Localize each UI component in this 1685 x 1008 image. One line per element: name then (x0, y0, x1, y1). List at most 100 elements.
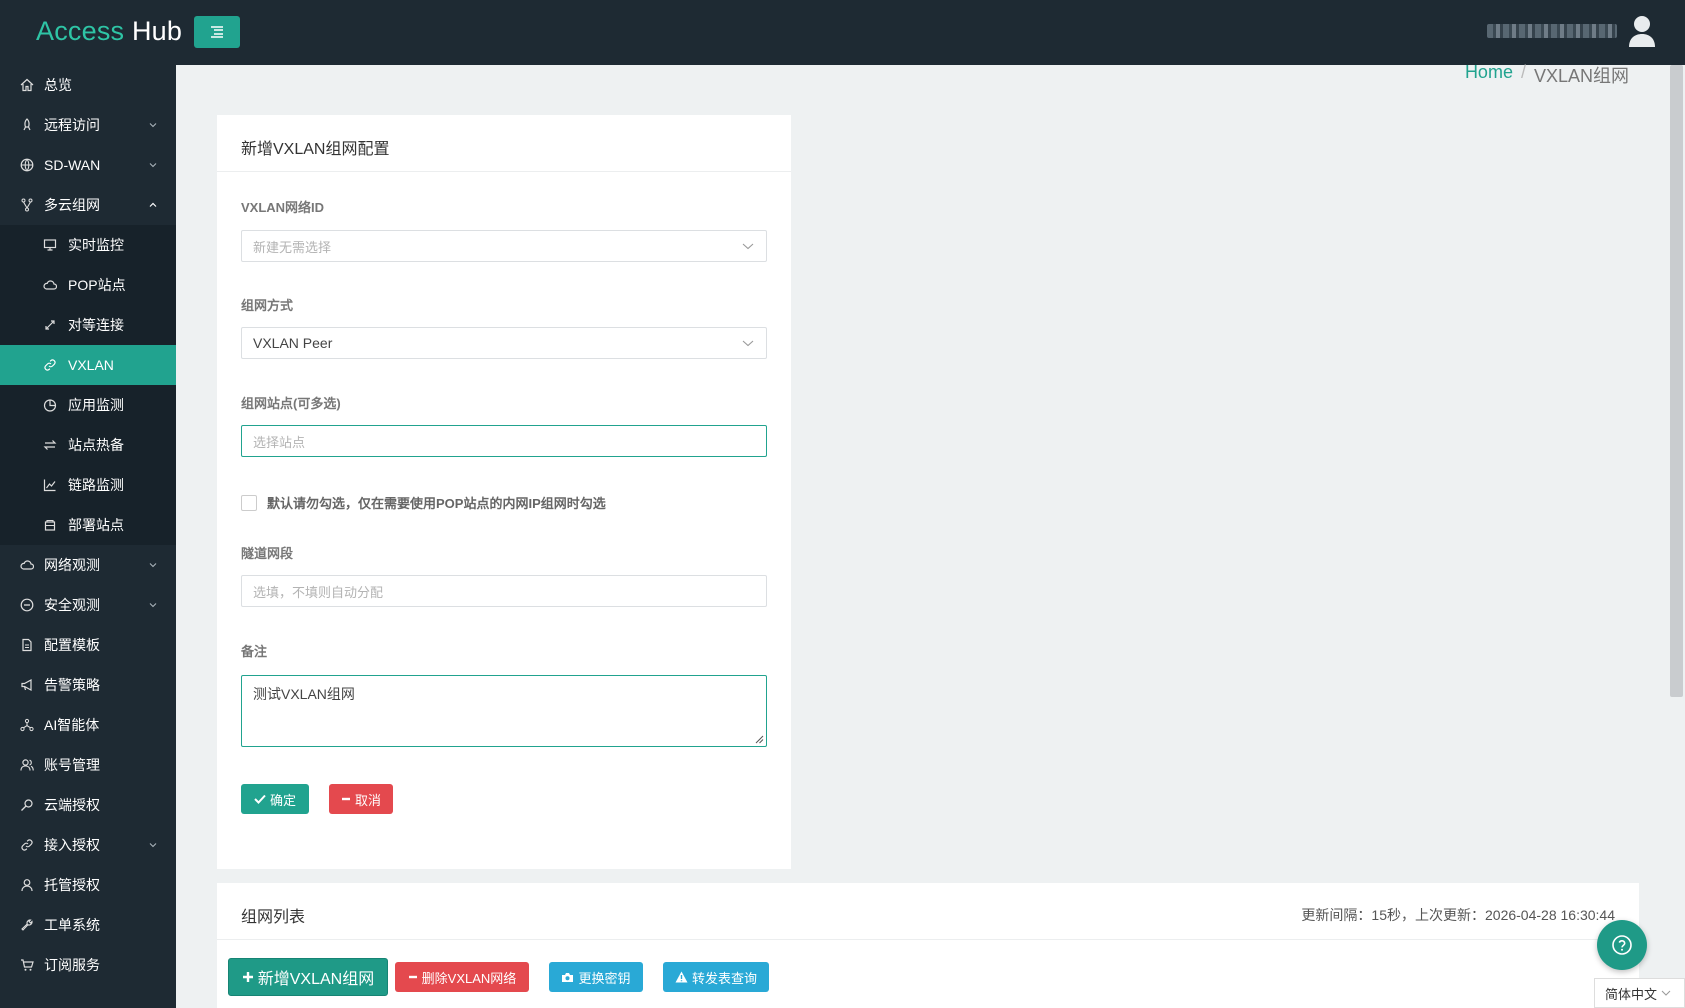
sidebar-item-label: VXLAN (68, 357, 114, 373)
mode-label: 组网方式 (241, 298, 294, 313)
pop-intranet-checkbox[interactable] (241, 494, 257, 511)
remark-textarea[interactable]: 测试VXLAN组网 (241, 675, 767, 747)
add-vxlan-button[interactable]: 新增VXLAN组网 (228, 958, 388, 996)
language-select[interactable]: 简体中文 (1594, 978, 1685, 1008)
sidebar-item-realtime-monitor[interactable]: 实时监控 (0, 225, 176, 265)
form-title: 新增VXLAN组网配置 (241, 141, 390, 158)
mode-select[interactable]: VXLAN Peer (241, 327, 767, 359)
chevron-down-icon (149, 563, 157, 568)
sidebar-item-access-license[interactable]: 接入授权 (0, 825, 176, 865)
user-icon (19, 877, 35, 893)
mode-value: VXLAN Peer (253, 335, 333, 351)
monitor-icon (42, 237, 58, 253)
sidebar-item-hosted-license[interactable]: 托管授权 (0, 865, 176, 905)
vxlan-list-card: 组网列表 更新间隔：15秒，上次更新：2026-04-28 16:30:44 新… (217, 883, 1639, 1008)
menu-icon (211, 26, 223, 38)
sidebar-item-label: POP站点 (68, 277, 126, 293)
tunnel-placeholder: 选填，不填则自动分配 (253, 584, 384, 600)
sidebar-item-security-observe[interactable]: 安全观测 (0, 585, 176, 625)
forward-table-button[interactable]: 转发表查询 (663, 962, 769, 992)
vxlan-id-placeholder: 新建无需选择 (253, 239, 332, 255)
delete-vxlan-button[interactable]: 删除VXLAN网络 (395, 962, 529, 992)
sidebar-item-label: 站点热备 (68, 437, 124, 453)
cart-icon (19, 957, 35, 973)
sidebar-item-remote-access[interactable]: 远程访问 (0, 105, 176, 145)
sidebar-item-link-monitor[interactable]: 链路监测 (0, 465, 176, 505)
pop-intranet-checkbox-row[interactable]: 默认请勿勾选，仅在需要使用POP站点的内网IP组网时勾选 (241, 493, 606, 512)
sidebar-item-account-mgmt[interactable]: 账号管理 (0, 745, 176, 785)
sidebar-item-peering[interactable]: 对等连接 (0, 305, 176, 345)
sidebar-item-alert-policy[interactable]: 告警策略 (0, 665, 176, 705)
sidebar-item-sdwan[interactable]: SD-WAN (0, 145, 176, 185)
globe-icon (19, 157, 35, 173)
chevron-down-icon (149, 163, 157, 168)
sidebar-item-label: 账号管理 (44, 757, 100, 773)
sidebar-item-pop-sites[interactable]: POP站点 (0, 265, 176, 305)
sites-multiselect[interactable]: 选择站点 (241, 425, 767, 457)
warning-icon (675, 971, 688, 983)
sidebar-item-cloud-license[interactable]: 云端授权 (0, 785, 176, 825)
cancel-label: 取消 (354, 792, 381, 808)
remark-label: 备注 (241, 644, 268, 659)
sidebar-item-label: 总览 (44, 77, 72, 93)
brand-logo[interactable]: Access Hub (36, 16, 182, 47)
chevron-down-icon (149, 123, 157, 128)
scrollbar-thumb[interactable] (1670, 65, 1683, 697)
update-info: 更新间隔：15秒，上次更新：2026-04-28 16:30:44 (1301, 907, 1615, 923)
vxlan-id-select[interactable]: 新建无需选择 (241, 230, 767, 262)
help-button[interactable] (1597, 920, 1647, 970)
tunnel-label: 隧道网段 (241, 546, 294, 561)
divider (217, 171, 791, 172)
user-menu[interactable] (1487, 14, 1657, 48)
diagonal-arrows-icon (42, 317, 58, 333)
sidebar-item-label: 多云组网 (44, 197, 100, 213)
menu-toggle-button[interactable] (194, 16, 240, 48)
breadcrumb-separator: / (1520, 62, 1526, 82)
remark-value: 测试VXLAN组网 (253, 686, 355, 702)
sidebar-item-config-template[interactable]: 配置模板 (0, 625, 176, 665)
link-icon (19, 837, 35, 853)
sidebar-item-label: 部署站点 (68, 517, 124, 533)
sidebar-item-site-standby[interactable]: 站点热备 (0, 425, 176, 465)
sidebar-item-deploy-site[interactable]: 部署站点 (0, 505, 176, 545)
sidebar-item-network-observe[interactable]: 网络观测 (0, 545, 176, 585)
sidebar-item-ticket-system[interactable]: 工单系统 (0, 905, 176, 945)
user-name-blurred (1487, 24, 1617, 38)
resize-grip-icon[interactable] (752, 732, 764, 744)
confirm-button[interactable]: 确定 (241, 784, 309, 814)
sidebar-item-app-monitor[interactable]: 应用监测 (0, 385, 176, 425)
confirm-label: 确定 (269, 792, 296, 808)
sidebar-item-multicloud[interactable]: 多云组网 (0, 185, 176, 225)
sidebar-item-overview[interactable]: 总览 (0, 65, 176, 105)
vxlan-id-label: VXLAN网络ID (241, 200, 325, 215)
forward-table-label: 转发表查询 (691, 970, 757, 986)
breadcrumb: Home / VXLAN组网 (1465, 62, 1629, 88)
megaphone-icon (19, 677, 35, 693)
brand-main: Access (36, 16, 125, 46)
top-bar: Access Hub (0, 0, 1685, 65)
breadcrumb-home-link[interactable]: Home (1465, 62, 1513, 88)
chevron-down-icon (149, 603, 157, 608)
sidebar-item-label: 接入授权 (44, 837, 100, 853)
sidebar-item-label: 远程访问 (44, 117, 100, 133)
sites-label: 组网站点(可多选) (241, 396, 341, 411)
sidebar-item-label: 网络观测 (44, 557, 100, 573)
sidebar-item-label: 云端授权 (44, 797, 100, 813)
chevron-up-icon (149, 202, 157, 207)
link-icon (42, 357, 58, 373)
line-chart-icon (42, 477, 58, 493)
chevron-down-icon (742, 243, 754, 250)
sidebar-item-ai-agent[interactable]: AI智能体 (0, 705, 176, 745)
cancel-button[interactable]: 取消 (329, 784, 393, 814)
sidebar-item-subscription[interactable]: 订阅服务 (0, 945, 176, 985)
tunnel-subnet-input[interactable]: 选填，不填则自动分配 (241, 575, 767, 607)
sidebar-item-label: 工单系统 (44, 917, 100, 933)
sidebar-item-label: 托管授权 (44, 877, 100, 893)
sidebar-item-vxlan[interactable]: VXLAN (0, 345, 176, 385)
delete-vxlan-label: 删除VXLAN网络 (421, 970, 517, 986)
add-vxlan-label: 新增VXLAN组网 (257, 971, 375, 988)
rekey-button[interactable]: 更换密钥 (549, 962, 643, 992)
home-icon (19, 77, 35, 93)
minus-icon (408, 975, 417, 979)
wrench-icon (19, 917, 35, 933)
